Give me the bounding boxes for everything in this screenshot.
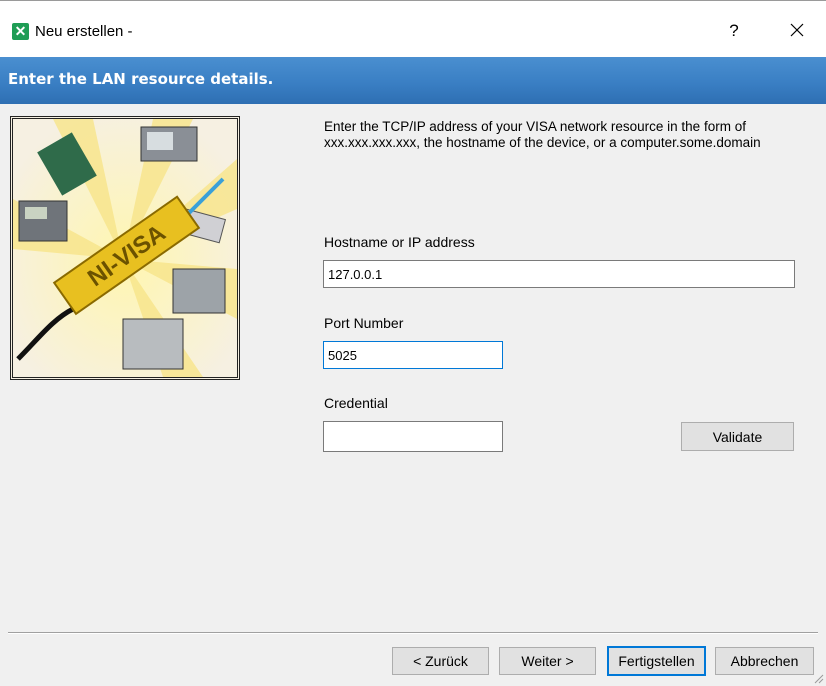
credential-input[interactable] [323,421,503,452]
next-button[interactable]: Weiter > [499,647,596,675]
footer-separator [8,632,818,633]
pxi-chassis-image [122,318,184,370]
banner-title: Enter the LAN resource details. [8,70,274,88]
resize-grip-icon[interactable] [812,672,824,684]
window-title: Neu erstellen - [35,23,133,40]
chassis-image [172,268,226,314]
ni-visa-illustration: NI-VISA [13,119,237,377]
hostname-input[interactable] [323,260,795,288]
wizard-illustration: NI-VISA [10,116,240,380]
cancel-button[interactable]: Abbrechen [715,647,814,675]
title-bar: ✕ Neu erstellen - ? [0,0,826,57]
app-icon: ✕ [12,23,29,40]
instructions-text: Enter the TCP/IP address of your VISA ne… [324,119,761,150]
validate-button[interactable]: Validate [681,422,794,451]
close-button[interactable] [782,15,812,45]
close-icon [790,23,804,37]
back-button[interactable]: < Zurück [392,647,489,675]
port-number-label: Port Number [324,315,404,331]
hostname-label: Hostname or IP address [324,234,475,250]
credential-label: Credential [324,395,388,411]
port-number-input[interactable] [323,341,503,369]
help-button[interactable]: ? [724,17,744,45]
finish-button[interactable]: Fertigstellen [607,646,706,676]
header-banner: Enter the LAN resource details. [0,57,826,104]
